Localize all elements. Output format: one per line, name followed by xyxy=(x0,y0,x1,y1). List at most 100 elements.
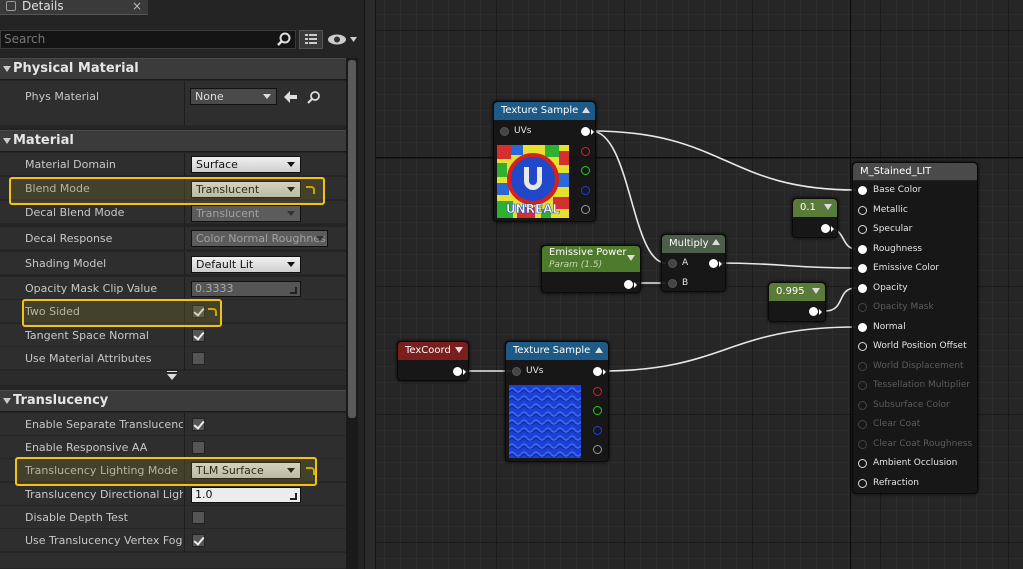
result-input-pin[interactable] xyxy=(858,381,867,390)
result-input-pin[interactable] xyxy=(858,420,867,429)
search-icon[interactable] xyxy=(277,32,291,46)
browse-search-icon[interactable] xyxy=(307,90,321,104)
output-pin[interactable] xyxy=(453,367,466,376)
pin-label-b: B xyxy=(682,278,689,288)
input-pin-uvs[interactable] xyxy=(512,367,521,376)
output-pin-b[interactable] xyxy=(593,426,602,435)
output-pin[interactable] xyxy=(624,280,637,289)
row-shading-model: Shading Model Default Lit xyxy=(0,252,346,275)
category-physical-material[interactable]: Physical Material xyxy=(0,58,346,80)
node-constant-0.995[interactable]: 0.995 xyxy=(768,282,826,322)
result-input-pin[interactable] xyxy=(858,478,867,488)
node-title: TexCoord xyxy=(405,345,451,356)
output-pin-b[interactable] xyxy=(581,186,590,195)
category-material[interactable]: Material xyxy=(0,130,346,152)
column-divider xyxy=(184,81,185,126)
decal-response-dropdown[interactable]: Color Normal Roughnes xyxy=(191,230,328,247)
result-input-pin[interactable] xyxy=(858,322,867,332)
node-emissive-power[interactable]: Emissive Power Param (1.5) xyxy=(541,245,641,293)
material-domain-dropdown[interactable]: Surface xyxy=(191,156,301,173)
input-pin-a[interactable] xyxy=(668,259,677,268)
chevron-down-icon xyxy=(287,162,295,167)
close-tab-icon[interactable]: × xyxy=(132,0,142,12)
result-pin-label: Ambient Occlusion xyxy=(873,458,958,468)
result-input-pin[interactable] xyxy=(858,459,867,468)
view-options-button[interactable] xyxy=(299,30,323,49)
phys-material-dropdown[interactable]: None xyxy=(190,88,277,105)
decal-blend-mode-value: Translucent xyxy=(196,207,260,220)
output-pin-rgb[interactable] xyxy=(581,127,594,136)
output-pin-a[interactable] xyxy=(593,445,602,454)
output-pin[interactable] xyxy=(821,224,834,233)
node-material-result[interactable]: M_Stained_LIT Base Color Metallic Specular… xyxy=(852,162,978,494)
result-input-pin[interactable] xyxy=(858,225,867,234)
collapse-arrow-icon[interactable] xyxy=(712,239,720,245)
node-constant-0.1[interactable]: 0.1 xyxy=(792,198,838,238)
search-input[interactable]: Search xyxy=(0,30,296,49)
use-material-attributes-label: Use Material Attributes xyxy=(25,352,152,365)
svg-text:UNREAL: UNREAL xyxy=(506,202,561,216)
grid-icon xyxy=(305,34,317,44)
collapse-arrow-icon[interactable] xyxy=(824,204,832,210)
node-texcoord[interactable]: TexCoord xyxy=(397,341,469,381)
wire-tex1-multiply-a xyxy=(590,130,667,264)
disable-depth-test-checkbox[interactable] xyxy=(192,511,205,524)
category-title: Physical Material xyxy=(13,61,139,76)
advanced-expander[interactable] xyxy=(0,371,346,385)
result-input-pin[interactable] xyxy=(858,342,867,351)
shading-model-value: Default Lit xyxy=(196,258,254,271)
result-input-pin[interactable] xyxy=(858,283,867,293)
result-input-pin[interactable] xyxy=(858,205,867,215)
output-pin[interactable] xyxy=(709,259,722,268)
result-input-pin[interactable] xyxy=(858,400,867,410)
result-input-pin[interactable] xyxy=(858,303,867,312)
highlight-lighting-mode xyxy=(15,457,317,486)
collapse-arrow-icon[interactable] xyxy=(812,288,820,294)
result-input-pin[interactable] xyxy=(858,264,867,273)
collapse-arrow-icon[interactable] xyxy=(595,347,603,353)
material-graph[interactable]: Texture Sample UVs UNREAL Emissive Power… xyxy=(376,0,1023,569)
directional-lighting-field[interactable]: 1.0 xyxy=(191,487,301,503)
output-pin-g[interactable] xyxy=(593,406,602,415)
scrollbar-thumb[interactable] xyxy=(348,60,356,418)
collapse-arrow-icon[interactable] xyxy=(582,107,590,113)
column-divider xyxy=(184,277,185,300)
result-input-pin[interactable] xyxy=(858,439,867,449)
use-material-attributes-checkbox[interactable] xyxy=(192,352,205,365)
decal-response-label: Decal Response xyxy=(25,232,113,245)
input-pin-uvs[interactable] xyxy=(500,127,509,136)
node-texture-sample-1[interactable]: Texture Sample UVs UNREAL xyxy=(493,101,596,222)
eye-icon[interactable] xyxy=(326,32,358,47)
wire-tex2-normal xyxy=(600,326,857,372)
panel-splitter[interactable] xyxy=(364,0,376,569)
node-multiply[interactable]: Multiply A B xyxy=(661,234,726,292)
node-header: 0.995 xyxy=(769,283,825,301)
output-pin-r[interactable] xyxy=(593,387,602,396)
decal-blend-mode-dropdown[interactable]: Translucent xyxy=(191,205,301,222)
opacity-mask-clip-field[interactable]: 0.3333 xyxy=(191,281,301,297)
collapse-arrow-icon[interactable] xyxy=(627,255,635,261)
result-input-pin[interactable] xyxy=(858,186,867,195)
shading-model-dropdown[interactable]: Default Lit xyxy=(191,256,301,273)
output-pin-g[interactable] xyxy=(581,166,590,175)
use-selected-arrow-icon[interactable] xyxy=(284,91,298,103)
unreal-logo-texture-thumbnail: UNREAL xyxy=(497,145,569,218)
node-texture-sample-2[interactable]: Texture Sample UVs xyxy=(505,341,609,462)
input-pin-b[interactable] xyxy=(668,279,677,288)
output-pin-r[interactable] xyxy=(581,147,590,156)
result-input-pin[interactable] xyxy=(858,361,867,371)
details-tab[interactable]: Details × xyxy=(0,0,148,15)
category-translucency[interactable]: Translucency xyxy=(0,390,346,412)
node-header: Emissive Power Param (1.5) xyxy=(542,246,640,272)
responsive-aa-checkbox[interactable] xyxy=(192,441,205,454)
pin-label-uvs: UVs xyxy=(514,126,532,136)
tangent-space-normal-checkbox[interactable] xyxy=(192,329,205,342)
separate-translucency-checkbox[interactable] xyxy=(192,418,205,431)
collapse-arrow-icon[interactable] xyxy=(455,347,463,353)
output-pin-rgb[interactable] xyxy=(593,367,606,376)
output-pin-a[interactable] xyxy=(581,205,590,214)
output-pin[interactable] xyxy=(809,307,822,316)
vertex-fog-checkbox[interactable] xyxy=(192,534,205,547)
result-pin-label: Metallic xyxy=(873,204,908,215)
result-input-pin[interactable] xyxy=(858,244,867,254)
